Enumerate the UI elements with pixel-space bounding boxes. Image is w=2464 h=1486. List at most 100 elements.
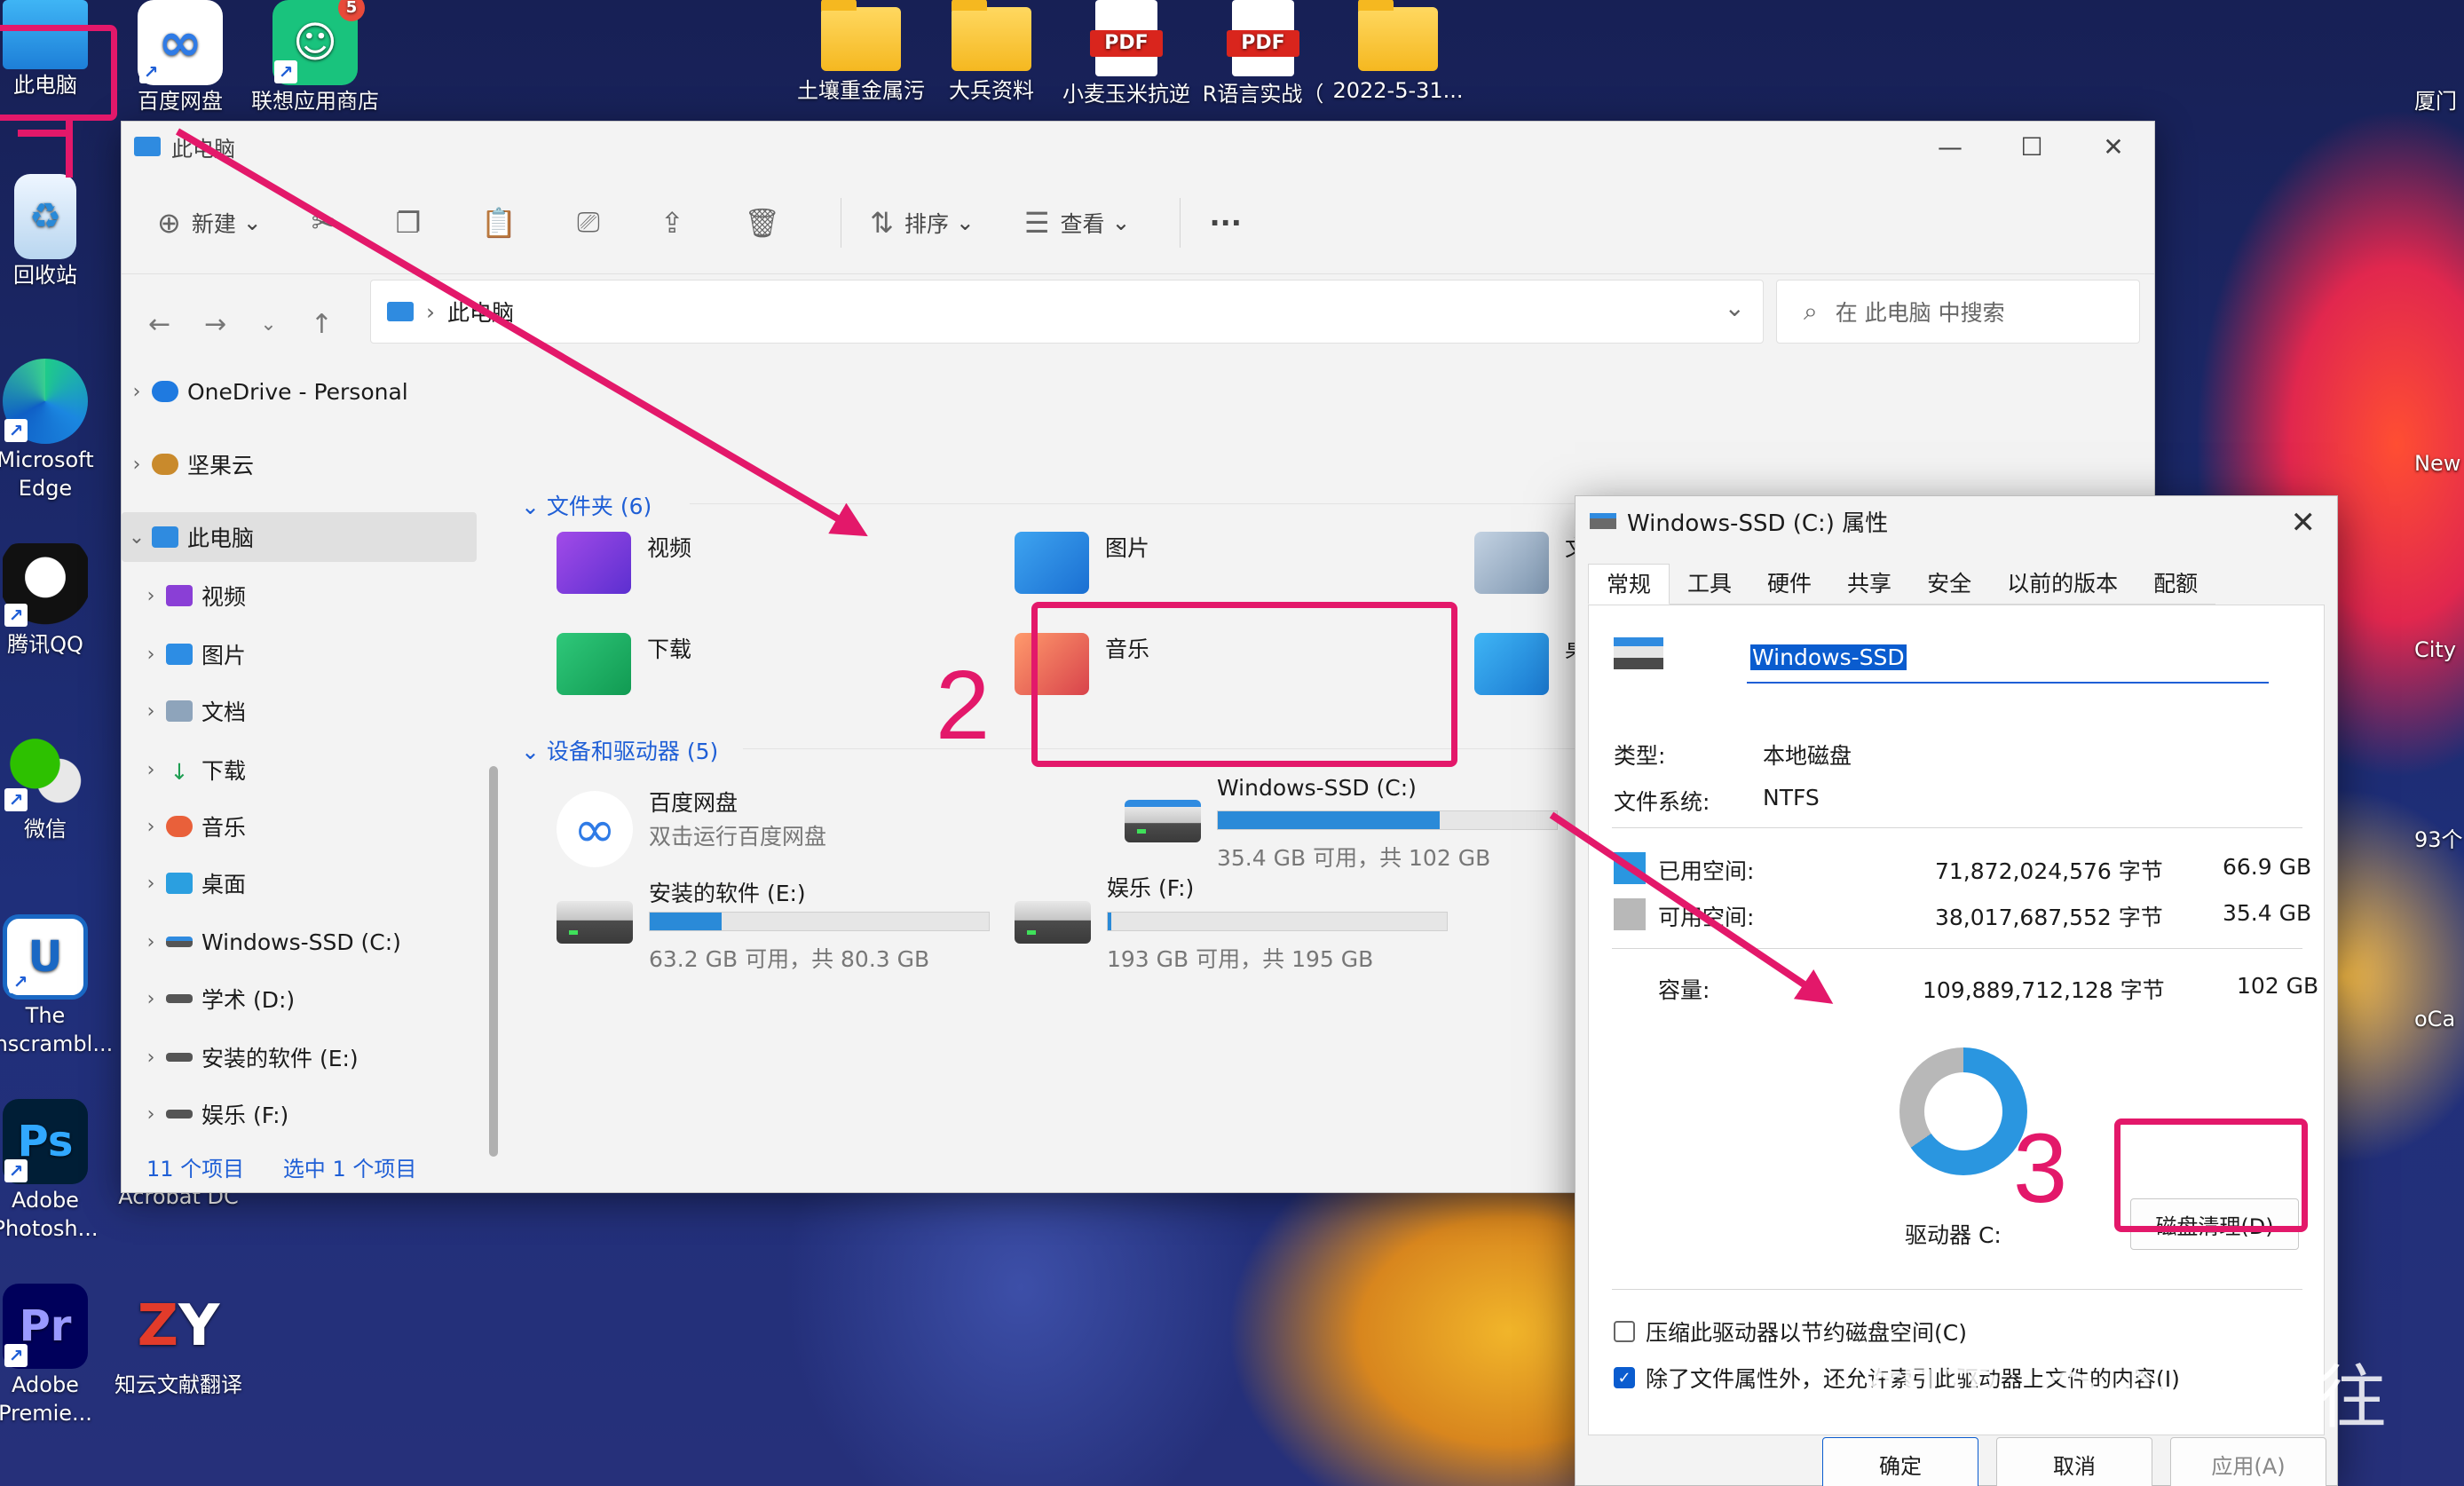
- sidebar-item-desktop[interactable]: › 桌面: [136, 858, 491, 908]
- divider: [1612, 1289, 2302, 1290]
- dialog-titlebar[interactable]: Windows-SSD (C:) 属性: [1576, 496, 2337, 546]
- desktop-icon-right-2[interactable]: New: [2414, 451, 2460, 476]
- desktop-icon-zhiyun[interactable]: ZY 知云文献翻译: [112, 1284, 245, 1399]
- address-dropdown-icon[interactable]: ⌄: [1725, 293, 1745, 322]
- sidebar-item-drive-f[interactable]: › 娱乐 (F:): [136, 1089, 491, 1139]
- chevron-right-icon[interactable]: ›: [122, 454, 152, 476]
- paste-button[interactable]: 📋: [481, 206, 527, 240]
- search-box[interactable]: ⌕ 在 此电脑 中搜索: [1776, 280, 2140, 344]
- minimize-button[interactable]: —: [1909, 122, 1991, 171]
- desktop-folder-1[interactable]: 土壤重金属污: [790, 0, 932, 105]
- device-drive-c[interactable]: Windows-SSD (C:) 35.4 GB 可用，共 102 GB: [1125, 775, 1568, 881]
- tab-sharing[interactable]: 共享: [1829, 564, 1910, 605]
- desktop-icon-edge[interactable]: ↗ Microsoft Edge: [0, 359, 112, 502]
- sidebar-item-drive-d[interactable]: › 学术 (D:): [136, 974, 491, 1024]
- tab-tools[interactable]: 工具: [1670, 564, 1750, 605]
- share-button[interactable]: ⇪: [660, 206, 695, 240]
- view-button[interactable]: ☰ 查看 ⌄: [1024, 206, 1131, 240]
- sidebar-item-documents[interactable]: › 文档: [136, 686, 491, 736]
- desktop-icon-right-1[interactable]: 厦门: [2414, 83, 2457, 115]
- scrollbar-thumb[interactable]: [489, 766, 498, 1157]
- desktop-icon-right-3[interactable]: City: [2414, 637, 2456, 662]
- chevron-right-icon[interactable]: ›: [136, 585, 166, 607]
- desktop-pdf-2[interactable]: PDF R语言实战（: [1196, 0, 1330, 108]
- sidebar-item-pictures[interactable]: › 图片: [136, 629, 491, 679]
- copy-button[interactable]: ❐: [396, 206, 432, 240]
- sidebar-item-drive-e[interactable]: › 安装的软件 (E:): [136, 1032, 491, 1082]
- sidebar-scrollbar[interactable]: [489, 375, 498, 1157]
- desktop-icon-recycle[interactable]: ♻ 回收站: [0, 174, 112, 289]
- breadcrumb[interactable]: 此电脑: [447, 296, 514, 328]
- device-drive-e[interactable]: 安装的软件 (E:) 63.2 GB 可用，共 80.3 GB: [557, 876, 1000, 983]
- desktop-icon-right-4[interactable]: 93个: [2414, 822, 2463, 853]
- new-button[interactable]: ⊕ 新建 ⌄: [157, 206, 262, 240]
- chevron-right-icon[interactable]: ›: [136, 700, 166, 723]
- desktop-folder-2[interactable]: 大兵资料: [925, 0, 1058, 105]
- ok-button[interactable]: 确定: [1822, 1437, 1978, 1486]
- trash-icon: 🗑: [744, 205, 781, 240]
- chevron-right-icon[interactable]: ›: [136, 931, 166, 953]
- chevron-right-icon[interactable]: ›: [136, 1047, 166, 1069]
- chevron-right-icon[interactable]: ›: [136, 816, 166, 838]
- chevron-down-icon[interactable]: ⌄: [122, 526, 152, 549]
- device-drive-f[interactable]: 娱乐 (F:) 193 GB 可用，共 195 GB: [1015, 875, 1458, 983]
- device-space: 35.4 GB 可用，共 102 GB: [1217, 845, 1491, 871]
- sidebar-item-this-pc[interactable]: ⌄ 此电脑: [122, 512, 477, 562]
- sidebar-item-jianguoyun[interactable]: › 坚果云: [122, 439, 477, 489]
- sidebar-item-downloads[interactable]: › ↓ 下载: [136, 745, 491, 794]
- folder-tile-pictures[interactable]: 图片: [1015, 532, 1149, 594]
- chevron-right-icon[interactable]: ›: [136, 644, 166, 666]
- chevron-right-icon[interactable]: ›: [136, 1103, 166, 1126]
- recent-chevron-icon[interactable]: ⌄: [260, 313, 276, 336]
- sidebar-item-drive-c[interactable]: › Windows-SSD (C:): [136, 917, 491, 967]
- folder-tile-downloads[interactable]: 下载: [557, 633, 691, 695]
- folder-tile-video[interactable]: 视频: [557, 532, 691, 594]
- chevron-right-icon[interactable]: ›: [136, 988, 166, 1010]
- maximize-button[interactable]: ☐: [1991, 122, 2073, 171]
- up-arrow-icon[interactable]: ↑: [311, 309, 333, 340]
- sidebar-item-onedrive[interactable]: › OneDrive - Personal: [122, 367, 477, 416]
- chevron-right-icon[interactable]: ›: [136, 873, 166, 895]
- close-button[interactable]: ✕: [2073, 122, 2154, 171]
- drive-name-input[interactable]: Windows-SSD: [1747, 637, 2269, 684]
- desktop-icon-unscramble[interactable]: U↗ The Unscrambl...: [0, 914, 113, 1058]
- desktop-icon-label: 土壤重金属污: [797, 78, 925, 103]
- device-baidu-netdisk[interactable]: ∞ 百度网盘 双击运行百度网盘: [557, 786, 983, 883]
- tab-general[interactable]: 常规: [1588, 564, 1670, 605]
- drive-name-value: Windows-SSD: [1750, 644, 1907, 670]
- annotation-step-2: 2: [936, 651, 991, 760]
- devices-group-header[interactable]: ⌄ 设备和驱动器 (5): [521, 734, 718, 766]
- desktop-icon-photoshop[interactable]: Ps ↗ Adobe Photosh...: [0, 1099, 112, 1243]
- sort-button[interactable]: ⇅ 排序 ⌄: [870, 206, 975, 240]
- delete-button[interactable]: 🗑: [745, 206, 792, 240]
- tab-quota[interactable]: 配额: [2136, 564, 2216, 605]
- tab-previous-versions[interactable]: 以前的版本: [1989, 564, 2136, 605]
- rename-button[interactable]: ⎚: [577, 205, 611, 240]
- cut-button[interactable]: ✂: [312, 206, 346, 240]
- chevron-right-icon[interactable]: ›: [122, 381, 152, 403]
- chevron-right-icon[interactable]: ›: [136, 759, 166, 781]
- desktop-icon-wechat[interactable]: ↗ 微信: [0, 728, 112, 843]
- forward-arrow-icon[interactable]: →: [204, 309, 226, 340]
- sidebar-item-video[interactable]: › 视频: [136, 571, 491, 620]
- more-options-button[interactable]: ···: [1209, 206, 1241, 240]
- desktop-icon-baidu[interactable]: ∞ ↗ 百度网盘: [114, 0, 247, 115]
- desktop-icon-premiere[interactable]: Pr ↗ Adobe Premie...: [0, 1284, 112, 1427]
- cancel-button[interactable]: 取消: [1996, 1437, 2152, 1486]
- back-arrow-icon[interactable]: ←: [148, 309, 170, 340]
- folder-tile-desktop[interactable]: 桌: [1474, 633, 1587, 695]
- tab-hardware[interactable]: 硬件: [1749, 564, 1830, 605]
- folders-group-header[interactable]: ⌄ 文件夹 (6): [521, 489, 652, 521]
- dialog-close-button[interactable]: ✕: [2291, 505, 2317, 541]
- explorer-titlebar[interactable]: 此电脑: [122, 122, 2154, 171]
- tab-security[interactable]: 安全: [1909, 564, 1990, 605]
- desktop-icon-qq[interactable]: ↗ 腾讯QQ: [0, 543, 112, 659]
- desktop-icon-right-5[interactable]: oCa: [2414, 1007, 2455, 1032]
- desktop-folder-3[interactable]: 2022-5-31...: [1331, 0, 1465, 105]
- address-bar[interactable]: › 此电脑 ⌄: [370, 280, 1764, 344]
- desktop-pdf-1[interactable]: PDF 小麦玉米抗逆: [1060, 0, 1193, 108]
- desktop-folder-icon: [166, 873, 193, 894]
- apply-button[interactable]: 应用(A): [2170, 1437, 2326, 1486]
- desktop-icon-lenovo[interactable]: ☺ 5 ↗ 联想应用商店: [249, 0, 382, 115]
- sidebar-item-music[interactable]: › 音乐: [136, 802, 491, 851]
